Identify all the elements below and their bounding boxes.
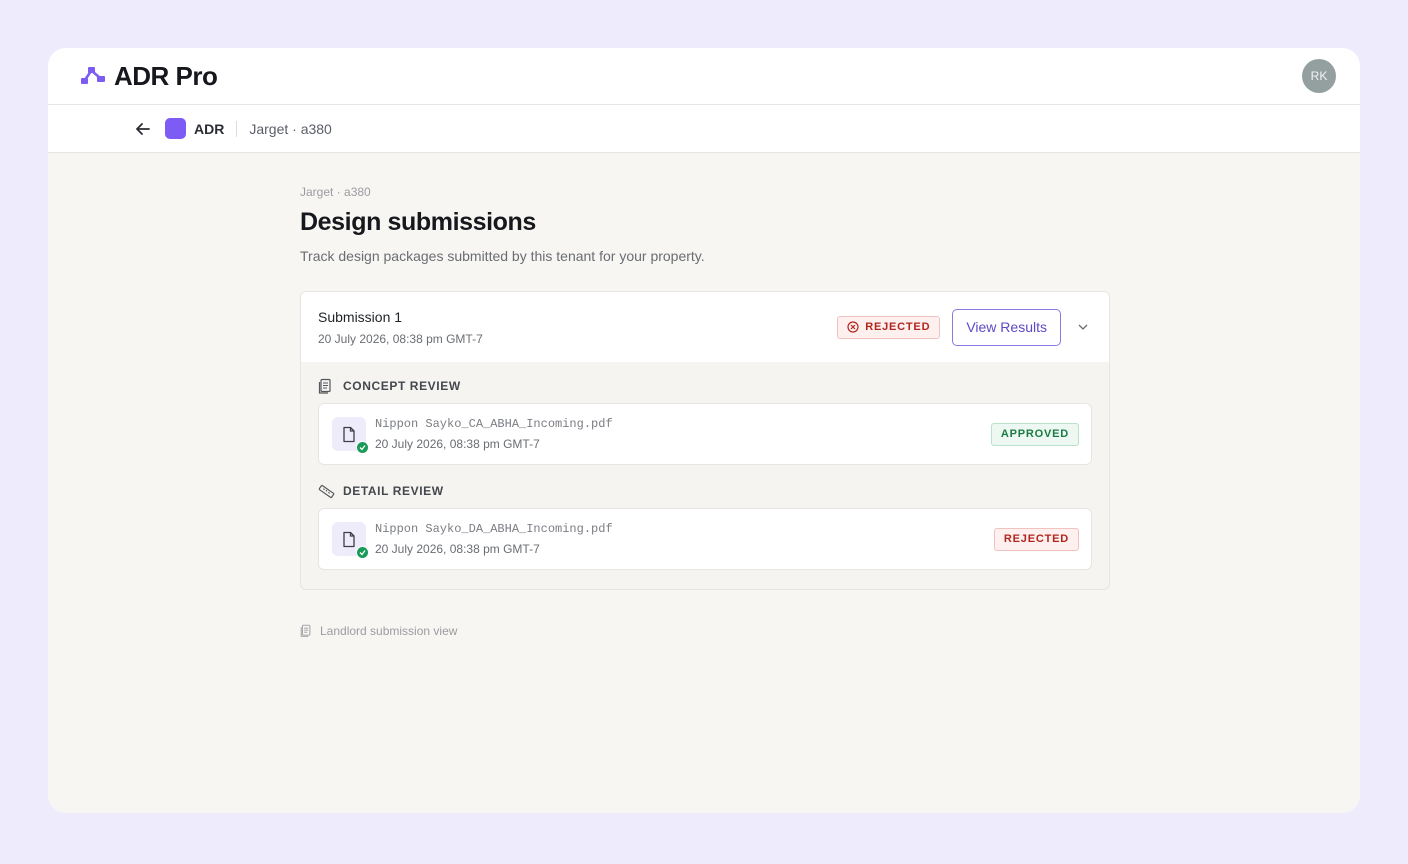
subnav-divider [236, 120, 238, 137]
file-status-badge: APPROVED [990, 422, 1079, 446]
back-button[interactable] [133, 119, 153, 139]
submission-status-label: REJECTED [865, 321, 931, 333]
submission-status-badge: REJECTED [837, 315, 941, 339]
file-status-badge: REJECTED [993, 527, 1079, 551]
submission-body: CONCEPT REVIEW Nippon Sayko_CA_ABHA_Inco… [301, 362, 1109, 589]
ruler-icon [318, 484, 335, 498]
submission-card: Submission 1 20 July 2026, 08:38 pm GMT-… [300, 291, 1110, 590]
top-bar: ADR Pro RK [48, 48, 1360, 105]
sub-navigation-bar: ADR Jarget · a380 [48, 105, 1360, 153]
submission-header[interactable]: Submission 1 20 July 2026, 08:38 pm GMT-… [301, 292, 1109, 362]
check-icon [356, 546, 369, 559]
file-row-detail[interactable]: Nippon Sayko_DA_ABHA_Incoming.pdf 20 Jul… [318, 508, 1092, 570]
file-date: 20 July 2026, 08:38 pm GMT-7 [375, 437, 540, 451]
brand[interactable]: ADR Pro [80, 60, 218, 92]
detail-review-label: DETAIL REVIEW [343, 484, 444, 498]
file-icon [332, 417, 369, 454]
app-name: ADR Pro [114, 60, 218, 91]
concept-review-label: CONCEPT REVIEW [343, 379, 461, 393]
app-chip-icon [165, 118, 186, 139]
page-breadcrumb: Jarget · a380 [300, 185, 371, 199]
file-name[interactable]: Nippon Sayko_CA_ABHA_Incoming.pdf [375, 417, 613, 431]
brand-logo-icon [81, 67, 105, 84]
submission-date: 20 July 2026, 08:38 pm GMT-7 [318, 331, 483, 346]
document-stack-icon [300, 624, 311, 637]
footer-note: Landlord submission view [300, 624, 1110, 638]
check-icon [356, 441, 369, 454]
document-stack-icon [318, 378, 331, 394]
main-content: Jarget · a380 Design submissions Track d… [300, 185, 1110, 638]
app-window: ADR Pro RK ADR Jarget · a380 Jarget · a3… [48, 48, 1360, 813]
submission-title: Submission 1 [318, 308, 403, 325]
expand-toggle[interactable] [1073, 317, 1093, 337]
page-title: Design submissions [300, 208, 536, 236]
user-avatar[interactable]: RK [1302, 59, 1336, 93]
view-results-button[interactable]: View Results [952, 308, 1061, 346]
document-icon [343, 426, 355, 442]
document-icon [343, 531, 355, 547]
chevron-down-icon [1078, 324, 1088, 330]
arrow-left-icon [136, 122, 150, 135]
detail-review-heading: DETAIL REVIEW [318, 480, 1092, 502]
file-date: 20 July 2026, 08:38 pm GMT-7 [375, 542, 540, 556]
concept-review-heading: CONCEPT REVIEW [318, 375, 1092, 397]
subnav-breadcrumb[interactable]: Jarget · a380 [249, 121, 332, 137]
x-circle-icon [847, 321, 859, 333]
file-name[interactable]: Nippon Sayko_DA_ABHA_Incoming.pdf [375, 522, 613, 536]
page-description: Track design packages submitted by this … [300, 248, 705, 264]
footer-note-label: Landlord submission view [320, 624, 458, 638]
file-icon [332, 522, 369, 559]
subnav-app-label[interactable]: ADR [194, 121, 224, 137]
file-row-concept[interactable]: Nippon Sayko_CA_ABHA_Incoming.pdf 20 Jul… [318, 403, 1092, 465]
